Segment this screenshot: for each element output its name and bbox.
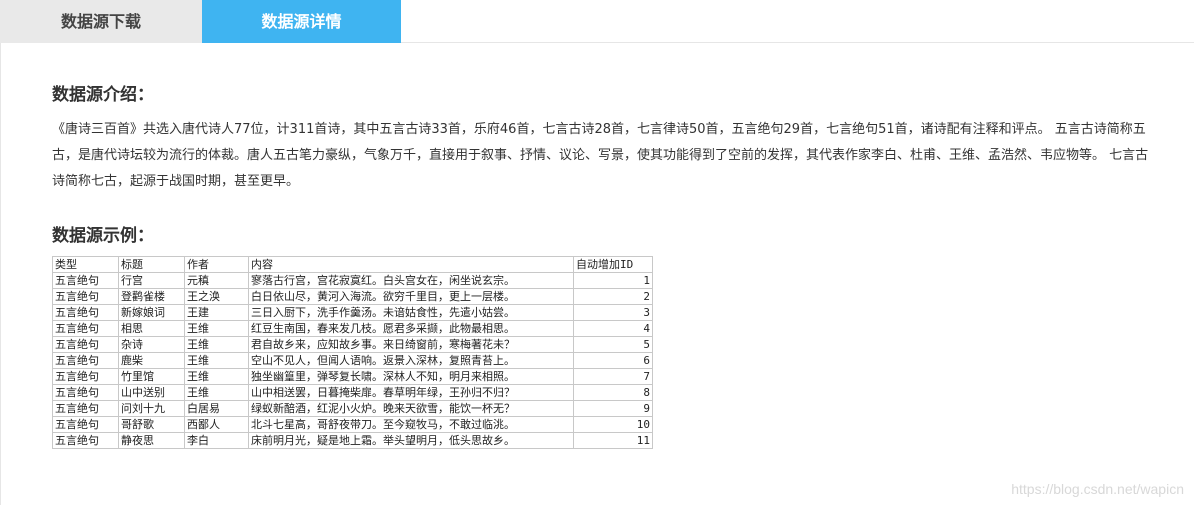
- cell-type: 五言绝句: [52, 320, 119, 337]
- example-heading: 数据源示例：: [52, 226, 154, 246]
- cell-type: 五言绝句: [52, 304, 119, 321]
- table-row: 五言绝句 问刘十九 白居易 绿蚁新醅酒，红泥小火炉。晚来天欲雪，能饮一杯无？ 9: [52, 400, 653, 417]
- intro-heading: 数据源介绍：: [52, 85, 154, 105]
- table-row: 五言绝句 行宫 元稹 寥落古行宫，宫花寂寞红。白头宫女在，闲坐说玄宗。 1: [52, 272, 653, 289]
- cell-author: 李白: [184, 432, 249, 449]
- header-type: 类型: [52, 256, 119, 273]
- cell-title: 哥舒歌: [118, 416, 185, 433]
- header-content: 内容: [248, 256, 574, 273]
- cell-type: 五言绝句: [52, 288, 119, 305]
- cell-type: 五言绝句: [52, 432, 119, 449]
- cell-content: 空山不见人，但闻人语响。返景入深林，复照青苔上。: [248, 352, 574, 369]
- cell-content: 床前明月光，疑是地上霜。举头望明月，低头思故乡。: [248, 432, 574, 449]
- table-row: 五言绝句 山中送别 王维 山中相送罢，日暮掩柴扉。春草明年绿，王孙归不归？ 8: [52, 384, 653, 401]
- cell-content: 白日依山尽，黄河入海流。欲穷千里目，更上一层楼。: [248, 288, 574, 305]
- cell-content: 绿蚁新醅酒，红泥小火炉。晚来天欲雪，能饮一杯无？: [248, 400, 574, 417]
- cell-id: 9: [573, 400, 653, 417]
- tab-data-detail[interactable]: 数据源详情: [202, 0, 401, 43]
- cell-title: 相思: [118, 320, 185, 337]
- table-row: 五言绝句 相思 王维 红豆生南国，春来发几枝。愿君多采撷，此物最相思。 4: [52, 320, 653, 337]
- cell-title: 鹿柴: [118, 352, 185, 369]
- cell-title: 杂诗: [118, 336, 185, 353]
- cell-content: 君自故乡来，应知故乡事。来日绮窗前，寒梅著花未？: [248, 336, 574, 353]
- cell-id: 8: [573, 384, 653, 401]
- cell-title: 问刘十九: [118, 400, 185, 417]
- watermark-text: https://blog.csdn.net/wapicn: [1011, 481, 1184, 497]
- table-row: 五言绝句 杂诗 王维 君自故乡来，应知故乡事。来日绮窗前，寒梅著花未？ 5: [52, 336, 653, 353]
- cell-title: 新嫁娘词: [118, 304, 185, 321]
- cell-id: 1: [573, 272, 653, 289]
- cell-type: 五言绝句: [52, 352, 119, 369]
- cell-content: 北斗七星高，哥舒夜带刀。至今窥牧马，不敢过临洮。: [248, 416, 574, 433]
- cell-type: 五言绝句: [52, 368, 119, 385]
- cell-author: 白居易: [184, 400, 249, 417]
- cell-author: 王维: [184, 352, 249, 369]
- cell-title: 静夜思: [118, 432, 185, 449]
- cell-id: 11: [573, 432, 653, 449]
- cell-id: 2: [573, 288, 653, 305]
- cell-type: 五言绝句: [52, 416, 119, 433]
- cell-id: 10: [573, 416, 653, 433]
- cell-author: 元稹: [184, 272, 249, 289]
- cell-author: 西鄙人: [184, 416, 249, 433]
- table-row: 五言绝句 登鹳雀楼 王之涣 白日依山尽，黄河入海流。欲穷千里目，更上一层楼。 2: [52, 288, 653, 305]
- tab-bar: 数据源下载 数据源详情: [0, 0, 1194, 43]
- cell-id: 6: [573, 352, 653, 369]
- cell-content: 红豆生南国，春来发几枝。愿君多采撷，此物最相思。: [248, 320, 574, 337]
- cell-author: 王之涣: [184, 288, 249, 305]
- cell-title: 登鹳雀楼: [118, 288, 185, 305]
- cell-type: 五言绝句: [52, 400, 119, 417]
- cell-content: 独坐幽篁里，弹琴复长啸。深林人不知，明月来相照。: [248, 368, 574, 385]
- cell-author: 王维: [184, 384, 249, 401]
- header-title: 标题: [118, 256, 185, 273]
- cell-title: 行宫: [118, 272, 185, 289]
- table-row: 五言绝句 哥舒歌 西鄙人 北斗七星高，哥舒夜带刀。至今窥牧马，不敢过临洮。 10: [52, 416, 653, 433]
- table-row: 五言绝句 新嫁娘词 王建 三日入厨下，洗手作羹汤。未谙姑食性，先遣小姑尝。 3: [52, 304, 653, 321]
- example-table: 类型 标题 作者 内容 自动增加ID 五言绝句 行宫 元稹 寥落古行宫，宫花寂寞…: [52, 256, 653, 449]
- tab-data-download[interactable]: 数据源下载: [0, 0, 202, 43]
- cell-type: 五言绝句: [52, 336, 119, 353]
- cell-author: 王建: [184, 304, 249, 321]
- cell-author: 王维: [184, 336, 249, 353]
- table-row: 五言绝句 静夜思 李白 床前明月光，疑是地上霜。举头望明月，低头思故乡。 11: [52, 432, 653, 449]
- intro-paragraph: 《唐诗三百首》共选入唐代诗人77位，计311首诗，其中五言古诗33首，乐府46首…: [52, 122, 1149, 189]
- cell-author: 王维: [184, 368, 249, 385]
- cell-id: 7: [573, 368, 653, 385]
- cell-title: 山中送别: [118, 384, 185, 401]
- cell-type: 五言绝句: [52, 272, 119, 289]
- header-id: 自动增加ID: [573, 256, 653, 273]
- cell-content: 三日入厨下，洗手作羹汤。未谙姑食性，先遣小姑尝。: [248, 304, 574, 321]
- cell-content: 山中相送罢，日暮掩柴扉。春草明年绿，王孙归不归？: [248, 384, 574, 401]
- cell-content: 寥落古行宫，宫花寂寞红。白头宫女在，闲坐说玄宗。: [248, 272, 574, 289]
- cell-author: 王维: [184, 320, 249, 337]
- cell-type: 五言绝句: [52, 384, 119, 401]
- cell-title: 竹里馆: [118, 368, 185, 385]
- table-row: 五言绝句 鹿柴 王维 空山不见人，但闻人语响。返景入深林，复照青苔上。 6: [52, 352, 653, 369]
- table-header-row: 类型 标题 作者 内容 自动增加ID: [52, 256, 653, 273]
- cell-id: 3: [573, 304, 653, 321]
- header-author: 作者: [184, 256, 249, 273]
- cell-id: 4: [573, 320, 653, 337]
- table-row: 五言绝句 竹里馆 王维 独坐幽篁里，弹琴复长啸。深林人不知，明月来相照。 7: [52, 368, 653, 385]
- cell-id: 5: [573, 336, 653, 353]
